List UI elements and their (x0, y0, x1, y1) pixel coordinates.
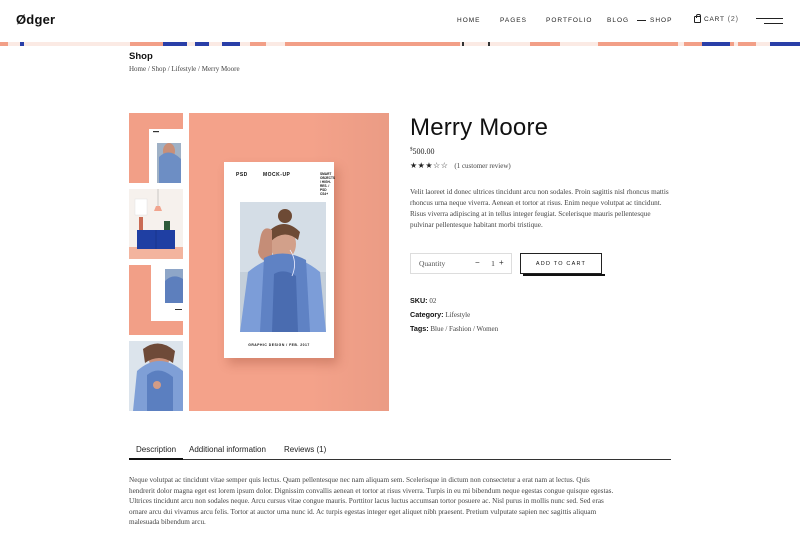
sku-label: SKU: (410, 296, 428, 305)
category-label: Category: (410, 310, 444, 319)
quantity-increase-button[interactable]: + (499, 258, 504, 267)
nav-pages[interactable]: PAGES (500, 17, 527, 24)
site-logo[interactable]: Ødger (16, 12, 55, 27)
star-rating-icon: ★★★☆☆ (410, 161, 449, 170)
product-main-image[interactable]: PSD MOCK-UP SMART OBJECTS / HIGH-RES. / … (189, 113, 389, 411)
add-to-cart-button[interactable]: ADD TO CART (520, 253, 605, 276)
nav-blog[interactable]: BLOG (607, 17, 629, 24)
tags-links[interactable]: Blue / Fashion / Women (430, 325, 498, 333)
product-rating: ★★★☆☆ (1 customer review) (410, 161, 511, 170)
nav-shop[interactable]: SHOP (650, 17, 672, 24)
active-nav-indicator (637, 20, 646, 21)
gallery-thumbnail-3[interactable] (129, 265, 183, 335)
quantity-label: Quantity (419, 259, 446, 268)
price-value: 500.00 (412, 147, 435, 156)
customer-review-link[interactable]: (1 customer review) (454, 162, 510, 170)
category-link[interactable]: Lifestyle (445, 311, 470, 319)
quantity-stepper: Quantity − 1 + (410, 253, 512, 274)
product-tags: Tags: Blue / Fashion / Women (410, 324, 498, 333)
mockup-poster: PSD MOCK-UP SMART OBJECTS / HIGH-RES. / … (224, 162, 336, 358)
gallery-thumbnail-1[interactable] (129, 113, 183, 183)
sku-value: 02 (429, 297, 437, 305)
poster-mockup-label: MOCK-UP (263, 172, 291, 178)
decorative-pattern-band (0, 42, 800, 46)
gallery-thumbnail-2[interactable] (129, 189, 183, 259)
gallery-thumbnail-4[interactable] (129, 341, 183, 411)
site-header: Ødger HOME PAGES PORTFOLIO BLOG SHOP CAR… (0, 0, 800, 42)
breadcrumb[interactable]: Home / Shop / Lifestyle / Merry Moore (129, 65, 240, 73)
nav-portfolio[interactable]: PORTFOLIO (546, 17, 592, 24)
poster-side-text: SMART OBJECTS / HIGH-RES. / PSD CS4+ (320, 172, 336, 196)
menu-icon[interactable] (756, 17, 783, 25)
tab-reviews[interactable]: Reviews (1) (284, 445, 326, 454)
tab-additional-information[interactable]: Additional information (189, 445, 266, 454)
product-tabs: Description Additional information Revie… (129, 444, 671, 460)
poster-footer-text: GRAPHIC DESIGN / FEB. 2017 (248, 343, 310, 347)
tags-label: Tags: (410, 324, 429, 333)
tab-description[interactable]: Description (136, 445, 176, 454)
product-title: Merry Moore (410, 114, 549, 141)
nav-home[interactable]: HOME (457, 17, 481, 24)
page-title: Shop (129, 51, 153, 62)
product-price: $500.00 (410, 147, 435, 156)
active-tab-indicator (129, 458, 183, 460)
poster-photo (240, 202, 326, 332)
cart-label: CART (704, 16, 725, 23)
cart-link[interactable]: CART (2) (694, 14, 739, 23)
product-short-description: Velit laoreet id donec ultrices tincidun… (410, 188, 669, 229)
cart-count: (2) (727, 16, 739, 23)
quantity-decrease-button[interactable]: − (475, 258, 480, 267)
product-sku: SKU: 02 (410, 296, 436, 305)
quantity-input[interactable]: 1 (488, 259, 498, 268)
tab-description-content: Neque volutpat ac tincidunt vitae semper… (129, 476, 614, 527)
poster-psd-label: PSD (236, 172, 248, 178)
product-category: Category: Lifestyle (410, 310, 470, 319)
shopping-bag-icon (694, 14, 701, 23)
